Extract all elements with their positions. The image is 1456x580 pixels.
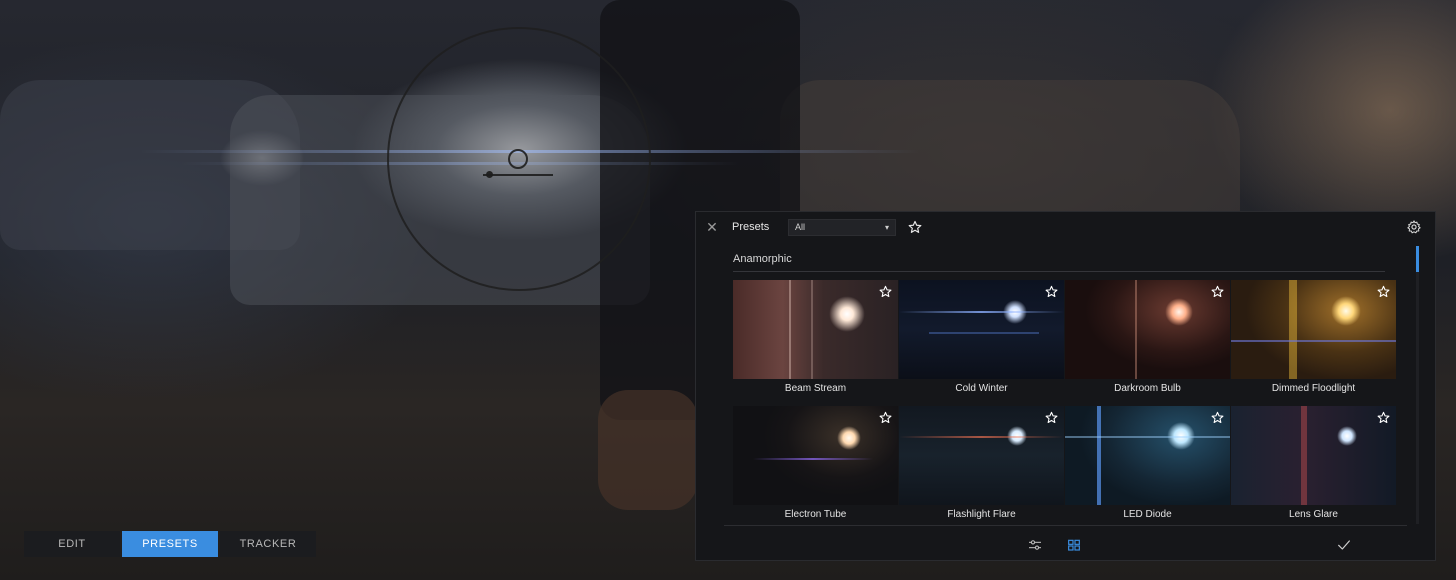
flare-streak xyxy=(929,332,1039,334)
preset-thumbnail xyxy=(1065,280,1230,379)
star-icon[interactable] xyxy=(879,411,892,424)
preset-dimmed-floodlight[interactable]: Dimmed Floodlight xyxy=(1231,280,1396,394)
preset-scrollbar[interactable] xyxy=(1416,246,1419,524)
footer-divider xyxy=(724,525,1407,526)
flare-streak xyxy=(1065,436,1230,438)
presets-panel: ✕ Presets All ▾ Anamorphic Beam Stream C… xyxy=(695,211,1436,561)
flare-streak xyxy=(811,280,813,379)
preset-cold-winter[interactable]: Cold Winter xyxy=(899,280,1064,394)
preset-thumbnail xyxy=(899,406,1064,505)
preset-filter-select[interactable]: All ▾ xyxy=(788,219,896,236)
panel-header: ✕ Presets All ▾ xyxy=(696,212,1435,244)
flare-angle-line xyxy=(483,174,553,176)
flare-center-handle[interactable] xyxy=(508,149,528,169)
flare-glow xyxy=(837,426,861,450)
skateboard xyxy=(598,390,698,510)
preset-thumbnail xyxy=(1231,406,1396,505)
flare-streak xyxy=(899,436,1064,438)
tab-tracker[interactable]: TRACKER xyxy=(220,531,316,557)
star-icon[interactable] xyxy=(908,220,922,234)
preset-thumbnail xyxy=(733,280,898,379)
category-title: Anamorphic xyxy=(733,253,792,265)
star-icon[interactable] xyxy=(1211,285,1224,298)
preset-label: Beam Stream xyxy=(784,383,847,394)
grid-icon[interactable] xyxy=(1066,537,1082,553)
preset-thumbnail xyxy=(899,280,1064,379)
tab-edit[interactable]: EDIT xyxy=(24,531,120,557)
preset-electron-tube[interactable]: Electron Tube xyxy=(733,406,898,520)
preset-led-diode[interactable]: LED Diode xyxy=(1065,406,1230,520)
preset-label: Darkroom Bulb xyxy=(1114,383,1181,394)
chevron-down-icon: ▾ xyxy=(884,223,889,232)
preset-label: Electron Tube xyxy=(784,509,847,520)
flare-glow xyxy=(1165,298,1193,326)
star-icon[interactable] xyxy=(1045,285,1058,298)
flare-streak xyxy=(1097,406,1101,505)
preset-thumbnail xyxy=(1231,280,1396,379)
gear-icon[interactable] xyxy=(1407,220,1421,234)
category-divider xyxy=(733,271,1385,272)
preset-label: LED Diode xyxy=(1123,509,1172,520)
preset-label: Cold Winter xyxy=(955,383,1008,394)
star-icon[interactable] xyxy=(879,285,892,298)
preset-thumbnail xyxy=(1065,406,1230,505)
scrollbar-thumb[interactable] xyxy=(1416,246,1419,272)
checkmark-icon[interactable] xyxy=(1336,537,1352,553)
preset-flashlight-flare[interactable]: Flashlight Flare xyxy=(899,406,1064,520)
right-car xyxy=(780,80,1240,230)
flare-streak xyxy=(789,280,791,379)
flare-streak xyxy=(899,311,1064,313)
star-icon[interactable] xyxy=(1377,285,1390,298)
preset-label: Lens Glare xyxy=(1289,509,1338,520)
flare-glow xyxy=(1331,296,1361,326)
flare-angle-handle[interactable] xyxy=(486,171,493,178)
preset-thumbnail xyxy=(733,406,898,505)
filter-selected-value: All xyxy=(795,222,806,232)
preset-beam-stream[interactable]: Beam Stream xyxy=(733,280,898,394)
mode-tabs: EDIT PRESETS TRACKER xyxy=(24,531,316,557)
flare-glow xyxy=(1337,426,1357,446)
panel-title: Presets xyxy=(732,221,770,233)
star-icon[interactable] xyxy=(1045,411,1058,424)
flare-glow xyxy=(829,296,865,332)
flare-streak xyxy=(1289,280,1297,379)
preset-label: Dimmed Floodlight xyxy=(1271,383,1356,394)
preset-darkroom-bulb[interactable]: Darkroom Bulb xyxy=(1065,280,1230,394)
flare-streak xyxy=(1231,340,1396,342)
flare-streak xyxy=(1135,280,1137,379)
close-icon[interactable]: ✕ xyxy=(705,220,719,234)
preset-label: Flashlight Flare xyxy=(947,509,1016,520)
flare-streak xyxy=(753,458,873,460)
tab-presets[interactable]: PRESETS xyxy=(122,531,218,557)
preset-lens-glare[interactable]: Lens Glare xyxy=(1231,406,1396,520)
sliders-icon[interactable] xyxy=(1027,537,1043,553)
flare-streak xyxy=(1301,406,1307,505)
star-icon[interactable] xyxy=(1211,411,1224,424)
star-icon[interactable] xyxy=(1377,411,1390,424)
